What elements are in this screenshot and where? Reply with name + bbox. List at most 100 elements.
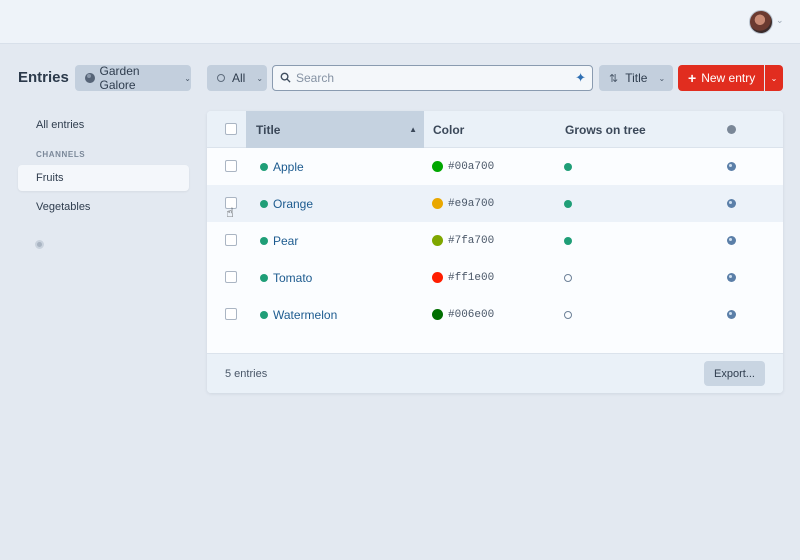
user-avatar[interactable] <box>749 10 773 34</box>
color-swatch <box>432 235 443 246</box>
sidebar: All entries CHANNELS Fruits Vegetables <box>18 112 189 249</box>
row-color-value: #7fa700 <box>448 234 495 247</box>
sidebar-heading-channels: CHANNELS <box>36 150 86 159</box>
status-filter-label: All <box>232 71 246 85</box>
row-color-cell: #7fa700 <box>432 222 494 259</box>
new-entry-button[interactable]: + New entry <box>678 65 764 91</box>
table-spacer <box>207 333 783 353</box>
export-button[interactable]: Export... <box>704 361 765 386</box>
row-site-cell <box>727 148 736 185</box>
row-title-cell: Tomato <box>260 259 312 296</box>
row-checkbox[interactable] <box>225 308 237 320</box>
row-title-cell: Pear <box>260 222 298 259</box>
sort-ascending-icon: ▲ <box>409 125 417 134</box>
row-site-cell <box>727 259 736 296</box>
column-header-color[interactable]: Color <box>433 111 464 148</box>
row-color-value: #006e00 <box>448 308 495 321</box>
entries-table: Title ▲ Color Grows on tree Apple #00a70… <box>207 111 783 393</box>
color-swatch <box>432 198 443 209</box>
column-header-title-label: Title <box>256 122 281 137</box>
new-entry-menu-button[interactable]: ⌄ <box>765 65 783 91</box>
sidebar-item-all-entries[interactable]: All entries <box>18 112 189 138</box>
table-row[interactable]: Orange #e9a700 <box>207 185 783 222</box>
sort-button[interactable]: ⇅ Title ⌄ <box>599 65 673 91</box>
row-grows-on-tree-cell <box>564 148 572 185</box>
row-checkbox[interactable] <box>225 234 237 246</box>
sort-icon: ⇅ <box>609 72 619 85</box>
table-row[interactable]: Apple #00a700 <box>207 148 783 185</box>
pointer-cursor-icon: ☝ <box>226 205 234 220</box>
row-site-cell <box>727 185 736 222</box>
search-icon <box>280 71 291 86</box>
search-input[interactable] <box>296 71 566 85</box>
globe-icon <box>727 273 736 282</box>
row-color-cell: #006e00 <box>432 296 494 333</box>
table-row[interactable]: Watermelon #006e00 <box>207 296 783 333</box>
row-grows-on-tree-cell <box>564 185 572 222</box>
boolean-false-icon <box>564 273 572 282</box>
globe-icon <box>727 162 736 171</box>
row-title-link[interactable]: Orange <box>273 197 313 211</box>
boolean-true-icon <box>564 236 572 245</box>
row-color-cell: #e9a700 <box>432 185 494 222</box>
status-dot-icon <box>260 236 268 245</box>
sort-label: Title <box>625 71 648 85</box>
row-title-link[interactable]: Pear <box>273 234 298 248</box>
row-color-cell: #ff1e00 <box>432 259 494 296</box>
row-grows-on-tree-cell <box>564 296 572 333</box>
search-box[interactable]: ✦ <box>272 65 593 91</box>
row-title-cell: Apple <box>260 148 304 185</box>
chevron-down-icon: ⌄ <box>658 73 666 83</box>
sidebar-item-fruits[interactable]: Fruits <box>18 165 189 191</box>
globe-icon <box>727 125 736 134</box>
row-title-cell: Orange <box>260 185 313 222</box>
globe-icon <box>727 310 736 319</box>
row-title-link[interactable]: Watermelon <box>273 308 337 322</box>
globe-icon <box>85 73 95 83</box>
table-row[interactable]: Tomato #ff1e00 <box>207 259 783 296</box>
boolean-true-icon <box>564 199 572 208</box>
column-header-grows-on-tree[interactable]: Grows on tree <box>565 111 646 148</box>
row-site-cell <box>727 222 736 259</box>
row-title-cell: Watermelon <box>260 296 337 333</box>
page-title: Entries <box>18 69 69 86</box>
row-checkbox[interactable] <box>225 160 237 172</box>
new-entry-label: New entry <box>701 71 756 85</box>
sidebar-item-vegetables[interactable]: Vegetables <box>18 194 189 220</box>
row-color-value: #e9a700 <box>448 197 495 210</box>
color-swatch <box>432 161 443 172</box>
row-color-value: #00a700 <box>448 160 495 173</box>
row-color-cell: #00a700 <box>432 148 494 185</box>
chevron-down-icon: ⌄ <box>770 73 778 83</box>
boolean-false-icon <box>564 310 572 319</box>
row-color-value: #ff1e00 <box>448 271 495 284</box>
settings-gear-icon[interactable] <box>35 240 44 249</box>
chevron-down-icon: ⌄ <box>256 73 264 83</box>
site-selector-label: Garden Galore <box>99 64 140 92</box>
sparkle-icon[interactable]: ✦ <box>575 71 586 85</box>
table-header: Title ▲ Color Grows on tree <box>207 111 783 148</box>
globe-icon <box>727 236 736 245</box>
boolean-true-icon <box>564 162 572 171</box>
status-dot-icon <box>260 310 268 319</box>
row-grows-on-tree-cell <box>564 222 572 259</box>
table-row[interactable]: Pear #7fa700 <box>207 222 783 259</box>
color-swatch <box>432 309 443 320</box>
status-filter-button[interactable]: All ⌄ <box>207 65 267 91</box>
chevron-down-icon: ⌄ <box>184 73 191 83</box>
site-selector-button[interactable]: Garden Galore ⌄ <box>75 64 191 92</box>
entries-count: 5 entries <box>225 368 268 380</box>
select-all-checkbox[interactable] <box>225 123 237 135</box>
row-checkbox[interactable] <box>225 271 237 283</box>
chevron-down-icon[interactable]: ⌄ <box>776 16 784 25</box>
row-title-link[interactable]: Apple <box>273 160 304 174</box>
plus-icon: + <box>688 70 697 86</box>
status-dot-icon <box>260 199 268 208</box>
row-title-link[interactable]: Tomato <box>273 271 312 285</box>
color-swatch <box>432 272 443 283</box>
globe-icon <box>727 199 736 208</box>
row-grows-on-tree-cell <box>564 259 572 296</box>
column-header-title[interactable]: Title ▲ <box>246 111 424 148</box>
status-ring-icon <box>217 74 225 82</box>
row-site-cell <box>727 296 736 333</box>
